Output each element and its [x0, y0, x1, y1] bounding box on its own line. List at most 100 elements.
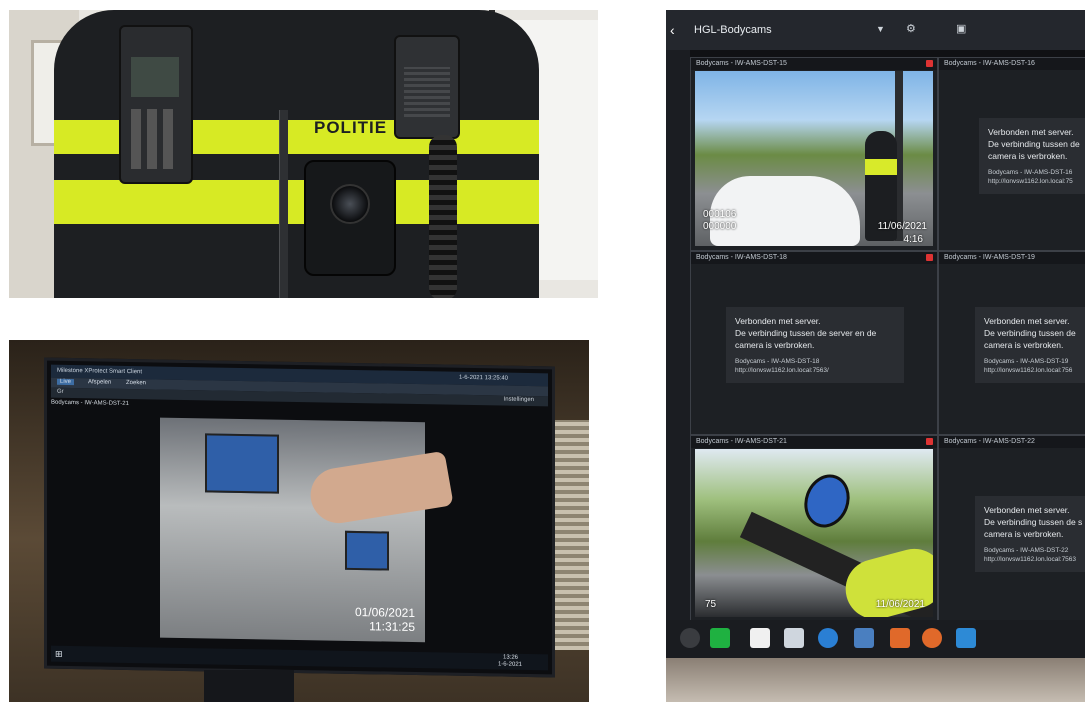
camera-lens-icon — [330, 184, 370, 224]
tab-live[interactable]: Live — [57, 378, 75, 386]
record-icon — [926, 438, 933, 445]
message-line: Verbonden met server. — [984, 505, 1070, 515]
motorcycle-mirror — [797, 468, 857, 534]
headphone-app-icon[interactable] — [922, 628, 942, 648]
back-arrow-icon[interactable]: ‹ — [670, 22, 675, 38]
camera-name: Bodycams - IW-AMS-DST-16 — [988, 169, 1073, 176]
image-app-icon[interactable] — [854, 628, 874, 648]
message-line: camera is verbroken. — [735, 340, 815, 350]
overlay-id: 000106 — [703, 209, 737, 220]
video-timestamp: 01/06/2021 11:31:25 — [355, 605, 415, 634]
tile-header: Bodycams - IW-AMS-DST-18 — [691, 252, 937, 264]
tablet-taskbar — [666, 620, 1085, 658]
camera-name: Bodycams - IW-AMS-DST-18 — [735, 358, 820, 365]
control-room-monitor — [205, 433, 279, 494]
edge-icon[interactable] — [818, 628, 838, 648]
bodycam-video-feed: 75 11/06/2021 — [695, 449, 933, 617]
taskbar-date: 1-6-2021 — [497, 661, 522, 668]
tile-header: Bodycams - IW-AMS-DST-15 — [691, 58, 937, 70]
chevron-down-icon[interactable]: ▼ — [876, 24, 885, 34]
titlebar-datetime: 1-6-2021 13:25:40 — [458, 374, 508, 382]
connection-message: Verbonden met server. De verbinding tuss… — [975, 496, 1085, 572]
camera-url: http://lonvsw1162.lon.local:756 — [984, 367, 1073, 374]
video-date: 11/06/2021 — [875, 599, 925, 610]
connection-message: Verbonden met server. De verbinding tuss… — [975, 307, 1085, 383]
notepad-icon[interactable] — [784, 628, 804, 648]
save-icon[interactable]: ▣ — [956, 22, 966, 35]
tab-zoeken[interactable]: Zoeken — [123, 380, 149, 386]
orange-app-icon[interactable] — [890, 628, 910, 648]
camera-app-icon[interactable] — [680, 628, 700, 648]
tile-header: Bodycams - IW-AMS-DST-22 — [939, 436, 1085, 448]
paint-app-icon[interactable] — [750, 628, 770, 648]
windows-taskbar: ⊞ 13:26 1-6-2021 — [51, 645, 548, 671]
camera-url: http://lonvsw1162.lon.local:7563 — [984, 556, 1077, 563]
camera-tile[interactable]: Bodycams - IW-AMS-DST-22 Verbonden met s… — [938, 435, 1085, 622]
tab-afspelen[interactable]: Afspelen — [85, 379, 114, 386]
settings-icon[interactable]: ⚙ — [906, 22, 916, 35]
message-line: De verbinding tussen de — [984, 328, 1076, 338]
photo-officer-uniform: POLITIE — [9, 10, 598, 298]
monitor-stand — [204, 670, 294, 702]
desk-surface — [666, 658, 1085, 702]
bodycam-device — [304, 160, 396, 276]
zipper — [279, 110, 288, 298]
portable-radio — [119, 25, 193, 184]
connection-message: Verbonden met server. De verbinding tuss… — [979, 118, 1085, 194]
politie-badge: POLITIE — [314, 118, 388, 137]
camera-tile[interactable]: Bodycams - IW-AMS-DST-16 Verbonden met s… — [938, 57, 1085, 251]
window-title: Milestone XProtect Smart Client — [57, 367, 143, 376]
message-line: De verbinding tussen de s — [984, 517, 1083, 527]
camera-url: http://lonvsw1162.lon.local:75 — [988, 178, 1073, 185]
record-icon — [926, 60, 933, 67]
app-header: ‹ HGL-Bodycams ▼ ⚙ ▣ — [666, 10, 1085, 50]
photo-tablet-camera-grid: ‹ HGL-Bodycams ▼ ⚙ ▣ Bodycams - IW-AMS-D… — [666, 10, 1085, 702]
camera-name: Bodycams - IW-AMS-DST-22 — [984, 547, 1069, 554]
message-line: Verbonden met server. — [984, 316, 1070, 326]
toolbar-view-label[interactable]: Gr — [57, 389, 64, 395]
video-date: 11/06/2021 — [877, 221, 927, 232]
connection-message: Verbonden met server. De verbinding tuss… — [726, 307, 904, 383]
tile-header: Bodycams - IW-AMS-DST-19 — [939, 252, 1085, 264]
camera-tile[interactable]: Bodycams - IW-AMS-DST-19 Verbonden met s… — [938, 251, 1085, 435]
tile-header: Bodycams - IW-AMS-DST-21 — [691, 436, 937, 448]
chat-app-icon[interactable] — [956, 628, 976, 648]
message-line: camera is verbroken. — [984, 529, 1064, 539]
video-time: 4:16 — [903, 234, 923, 245]
speaker-grill — [404, 67, 450, 117]
bodycam-video-feed[interactable]: 01/06/2021 11:31:25 — [160, 417, 454, 643]
message-line: camera is verbroken. — [988, 151, 1068, 161]
radio-screen — [131, 57, 179, 97]
officer-vest — [865, 159, 897, 175]
tile-header: Bodycams - IW-AMS-DST-16 — [939, 58, 1085, 70]
green-app-icon[interactable] — [710, 628, 730, 648]
side-panel — [666, 50, 690, 640]
message-line: camera is verbroken. — [984, 340, 1064, 350]
camera-url: http://lonvsw1162.lon.local:7563/ — [735, 367, 829, 374]
control-room-monitor — [345, 530, 389, 571]
settings-button[interactable]: Instellingen — [504, 397, 534, 404]
video-id: 75 — [705, 599, 717, 610]
pointing-hand — [306, 450, 454, 528]
camera-tile[interactable]: Bodycams - IW-AMS-DST-21 75 11/06/2021 — [690, 435, 938, 622]
overlay-code: 000000 — [703, 221, 737, 232]
start-icon[interactable]: ⊞ — [55, 649, 63, 660]
camera-tile[interactable]: Bodycams - IW-AMS-DST-15 000106 000000 1… — [690, 57, 938, 251]
video-time: 11:31:25 — [369, 619, 415, 635]
view-title: HGL-Bodycams — [694, 24, 772, 36]
radio-keypad — [131, 109, 179, 169]
coiled-cord — [429, 135, 457, 298]
message-line: De verbinding tussen de server en de — [735, 328, 877, 338]
reflective-stripe-lower — [54, 180, 539, 224]
monitor-screen: Milestone XProtect Smart Client 1-6-2021… — [44, 357, 555, 678]
radio-speaker-mic — [394, 35, 460, 139]
message-line: Verbonden met server. — [988, 127, 1074, 137]
camera-tile[interactable]: Bodycams - IW-AMS-DST-18 Verbonden met s… — [690, 251, 938, 435]
message-line: Verbonden met server. — [735, 316, 821, 326]
message-line: De verbinding tussen de — [988, 139, 1080, 149]
record-icon — [926, 254, 933, 261]
taskbar-clock: 13:26 — [502, 654, 518, 661]
camera-name: Bodycams - IW-AMS-DST-19 — [984, 358, 1069, 365]
bodycam-video-feed: 000106 000000 11/06/2021 4:16 — [695, 71, 933, 246]
photo-desk-monitor: Milestone XProtect Smart Client 1-6-2021… — [9, 340, 589, 702]
